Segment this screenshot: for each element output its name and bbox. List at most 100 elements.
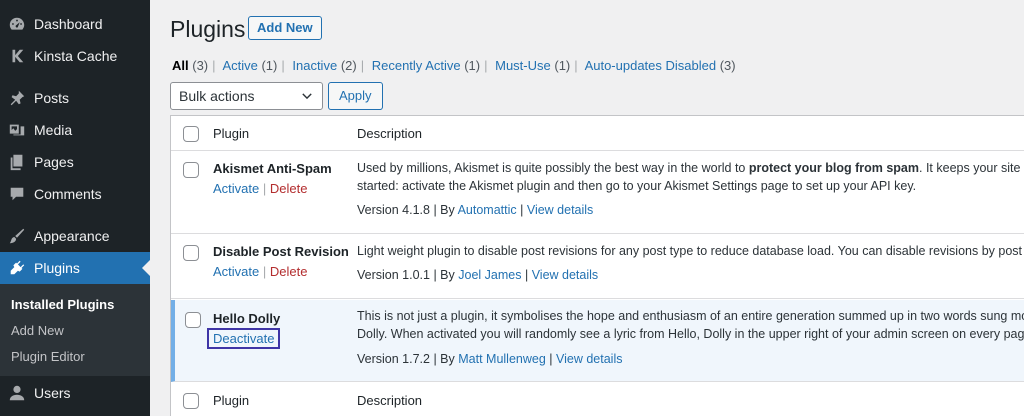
filter-auto-updates-disabled[interactable]: Auto-updates Disabled: [585, 58, 717, 73]
row-checkbox[interactable]: [183, 162, 199, 178]
column-footer-description: Description: [357, 393, 423, 408]
select-all-checkbox[interactable]: [183, 126, 199, 142]
plugin-meta: Version 1.7.2 | By Matt Mullenweg | View…: [357, 352, 623, 366]
sidebar-item-label: Pages: [34, 154, 74, 170]
sidebar-item-label: Posts: [34, 90, 70, 106]
sidebar-item-label: Plugins: [34, 260, 80, 276]
row-checkbox[interactable]: [183, 245, 199, 261]
description-text: started: activate the Akismet plugin and…: [357, 179, 917, 193]
filter-inactive[interactable]: Inactive: [292, 58, 337, 73]
description-text: This is not just a plugin, it symbolises…: [357, 309, 1024, 323]
sidebar-item-label: Media: [34, 122, 73, 138]
plugin-version: Version 1.7.2: [357, 352, 430, 366]
plugin-name: Akismet Anti-Spam: [213, 161, 332, 176]
filter-count: (1): [554, 58, 571, 73]
row-checkbox[interactable]: [185, 312, 201, 328]
bulk-actions-select[interactable]: Bulk actions: [170, 82, 323, 110]
submenu-installed-plugins[interactable]: Installed Plugins: [11, 297, 114, 312]
pages-icon: [8, 153, 26, 171]
plugin-status-filters: All (3) | Active (1) | Inactive (2) | Recen…: [172, 58, 736, 73]
submenu-add-new[interactable]: Add New: [11, 323, 64, 338]
dashboard-icon: [8, 15, 26, 33]
filter-must-use[interactable]: Must-Use: [495, 58, 551, 73]
kinsta-icon: [8, 47, 26, 65]
sidebar-item-posts[interactable]: Posts: [0, 82, 150, 114]
filter-recently-active[interactable]: Recently Active: [372, 58, 461, 73]
author-link[interactable]: Automattic: [458, 203, 517, 217]
deactivate-highlight: Deactivate: [207, 328, 281, 349]
plugin-description: Light weight plugin to disable post revi…: [357, 244, 1024, 258]
description-text: Dolly. When activated you will randomly …: [357, 327, 1024, 341]
description-text: . It keeps your site protected: [919, 161, 1024, 175]
table-row-active: Hello Dolly Deactivate This is not just …: [171, 300, 1024, 382]
plugins-table: Plugin Description Akismet Anti-Spam Act…: [170, 115, 1024, 416]
filter-count: (1): [464, 58, 481, 73]
view-details-link[interactable]: View details: [532, 268, 598, 282]
sidebar-item-pages[interactable]: Pages: [0, 146, 150, 178]
filter-all[interactable]: All: [172, 58, 189, 73]
plugins-submenu: Installed Plugins Add New Plugin Editor: [0, 284, 150, 376]
table-footer: Plugin Description: [171, 383, 1024, 416]
plugin-version: Version 4.1.8: [357, 203, 430, 217]
plugin-version: Version 1.0.1: [357, 268, 430, 282]
plugin-icon: [8, 259, 26, 277]
table-header: Plugin Description: [171, 116, 1024, 151]
filter-active[interactable]: Active: [222, 58, 257, 73]
filter-count: (1): [261, 58, 278, 73]
plugin-meta: Version 4.1.8 | By Automattic | View det…: [357, 203, 594, 217]
by-text: By: [440, 268, 455, 282]
description-emphasis: protect your blog from spam: [748, 161, 919, 175]
column-header-description: Description: [357, 126, 423, 141]
delete-link[interactable]: Delete: [270, 181, 308, 196]
delete-link[interactable]: Delete: [270, 264, 308, 279]
by-text: By: [440, 352, 455, 366]
sidebar-item-dashboard[interactable]: Dashboard: [0, 8, 150, 40]
admin-sidebar: Dashboard Kinsta Cache Posts Media Pages…: [0, 0, 150, 416]
sidebar-item-plugins[interactable]: Plugins: [0, 252, 150, 284]
author-link[interactable]: Matt Mullenweg: [458, 352, 546, 366]
sidebar-item-label: Dashboard: [34, 16, 103, 32]
plugin-description: This is not just a plugin, it symbolises…: [357, 307, 1024, 343]
table-row: Akismet Anti-Spam Activate | Delete Used…: [171, 152, 1024, 234]
filter-count: (3): [719, 58, 736, 73]
sidebar-item-label: Kinsta Cache: [34, 48, 118, 64]
brush-icon: [8, 227, 26, 245]
media-icon: [8, 121, 26, 139]
page-title: Plugins: [170, 16, 246, 42]
sidebar-item-kinsta-cache[interactable]: Kinsta Cache: [0, 40, 150, 72]
sidebar-item-users[interactable]: Users: [0, 377, 150, 409]
row-actions: Activate | Delete: [213, 264, 308, 279]
description-text: Used by millions, Akismet is quite possi…: [357, 161, 749, 175]
add-new-button[interactable]: Add New: [248, 16, 322, 40]
deactivate-link[interactable]: Deactivate: [213, 331, 274, 346]
filter-count: (3): [192, 58, 209, 73]
column-header-plugin: Plugin: [213, 126, 250, 141]
users-icon: [8, 384, 26, 402]
plugin-description: Used by millions, Akismet is quite possi…: [357, 159, 1024, 195]
sidebar-item-appearance[interactable]: Appearance: [0, 220, 150, 252]
sidebar-item-label: Users: [34, 385, 71, 401]
activate-link[interactable]: Activate: [213, 264, 259, 279]
sidebar-item-label: Comments: [34, 186, 102, 202]
sidebar-item-label: Appearance: [34, 228, 110, 244]
activate-link[interactable]: Activate: [213, 181, 259, 196]
plugin-name: Disable Post Revision: [213, 244, 349, 259]
submenu-plugin-editor[interactable]: Plugin Editor: [11, 349, 85, 364]
filter-count: (2): [340, 58, 357, 73]
author-link[interactable]: Joel James: [458, 268, 521, 282]
bulk-actions-value: Bulk actions: [179, 88, 255, 104]
plugin-meta: Version 1.0.1 | By Joel James | View det…: [357, 268, 599, 282]
sidebar-item-media[interactable]: Media: [0, 114, 150, 146]
view-details-link[interactable]: View details: [556, 352, 622, 366]
plugin-name: Hello Dolly: [213, 311, 281, 326]
column-footer-plugin: Plugin: [213, 393, 250, 408]
table-row: Disable Post Revision Activate | Delete …: [171, 235, 1024, 299]
apply-button[interactable]: Apply: [328, 82, 383, 110]
select-all-checkbox-footer[interactable]: [183, 393, 199, 409]
pin-icon: [8, 89, 26, 107]
comments-icon: [8, 185, 26, 203]
sidebar-item-comments[interactable]: Comments: [0, 178, 150, 210]
by-text: By: [440, 203, 455, 217]
row-actions: Activate | Delete: [213, 181, 308, 196]
view-details-link[interactable]: View details: [527, 203, 593, 217]
